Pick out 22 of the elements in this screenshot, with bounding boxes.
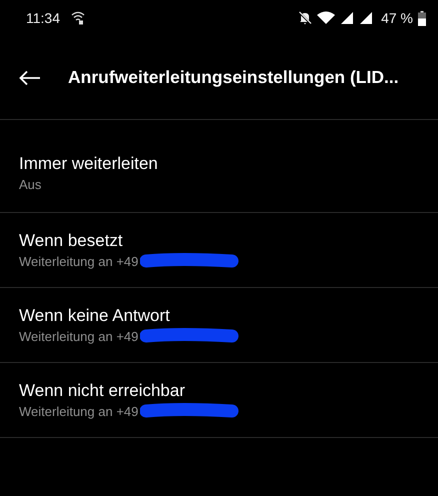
setting-title: Wenn besetzt <box>19 230 124 252</box>
battery-percentage: 47 % <box>381 10 413 26</box>
setting-title: Wenn nicht erreichbar <box>19 380 186 402</box>
wifi-icon <box>71 11 85 25</box>
setting-title: Immer weiterleiten <box>19 153 159 175</box>
wifi-icon <box>317 11 336 25</box>
setting-item[interactable]: Immer weiterleiten Aus <box>0 120 438 213</box>
setting-summary: Weiterleitung an +49 <box>19 404 138 418</box>
muted-bell-icon <box>298 11 312 25</box>
back-arrow-icon <box>19 70 41 86</box>
signal-icon <box>340 11 354 25</box>
screen-title: Anrufweiterleitungseinstellungen (LID... <box>68 67 399 88</box>
signal-icon <box>359 11 374 25</box>
setting-title: Wenn keine Antwort <box>19 305 171 327</box>
setting-summary: Weiterleitung an +49 <box>19 254 138 268</box>
setting-item[interactable]: Wenn nicht erreichbar Weiterleitung an +49 <box>0 363 438 438</box>
setting-item[interactable]: Wenn besetzt Weiterleitung an +49 <box>0 213 438 288</box>
setting-summary: Weiterleitung an +49 <box>19 328 138 344</box>
setting-item[interactable]: Wenn keine Antwort Weiterleitung an +49 <box>0 288 438 363</box>
clock-time: 11:34 <box>26 10 60 26</box>
battery-icon <box>418 10 426 26</box>
setting-summary: Aus <box>19 176 42 192</box>
